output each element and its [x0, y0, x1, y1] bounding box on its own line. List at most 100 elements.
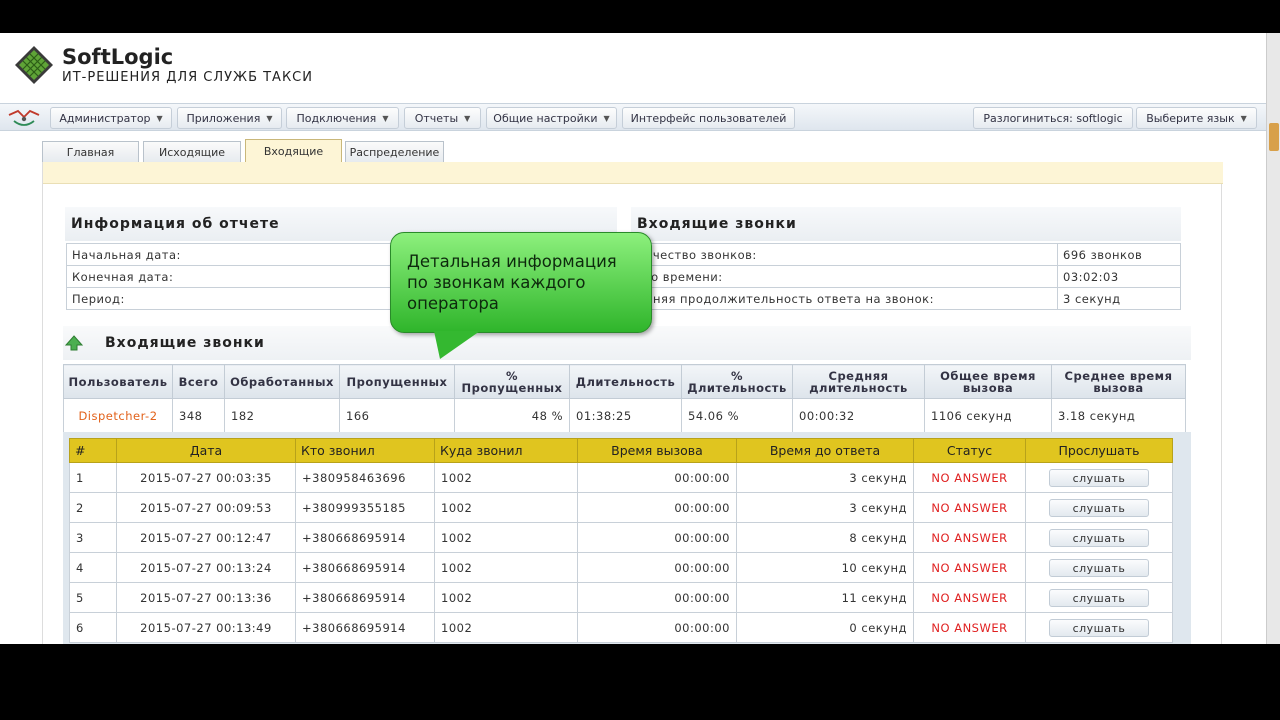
table-row: 1 2015-07-27 00:03:35 +380958463696 1002 00:…	[69, 462, 1173, 493]
call-time-cell: 00:00:00	[577, 462, 737, 493]
video-letterbox-top	[0, 0, 1280, 33]
nav-reports-menu[interactable]: Отчеты ▼	[404, 107, 481, 129]
wait-time-cell: 3 секунд	[736, 462, 914, 493]
video-letterbox-bottom	[0, 688, 1280, 720]
listen-button[interactable]: слушать	[1049, 588, 1149, 607]
missed-cell: 166	[339, 398, 455, 434]
chevron-down-icon: ▼	[266, 113, 273, 123]
date-cell: 2015-07-27 00:13:24	[116, 552, 296, 583]
listen-cell: слушать	[1025, 492, 1173, 523]
callee-cell: 1002	[434, 582, 578, 613]
avg-call-time-cell: 3.18 секунд	[1051, 398, 1186, 434]
chevron-down-icon: ▼	[603, 113, 610, 123]
info-value: 3 секунд	[1057, 287, 1181, 310]
nav-label: Общие настройки	[493, 111, 598, 125]
caller-cell: +380668695914	[295, 582, 435, 613]
callee-cell: 1002	[434, 462, 578, 493]
info-label: Конечная дата:	[66, 265, 397, 288]
row-number-cell: 5	[69, 582, 117, 613]
softlogic-logo-icon[interactable]	[14, 45, 54, 85]
status-cell: NO ANSWER	[913, 552, 1026, 583]
col-header: Среднее время вызова	[1051, 364, 1186, 399]
col-header: Статус	[913, 438, 1026, 463]
wait-time-cell: 10 секунд	[736, 552, 914, 583]
table-row: 4 2015-07-27 00:13:24 +380668695914 1002 00:…	[69, 552, 1173, 583]
collapse-up-arrow-icon[interactable]	[65, 334, 83, 352]
listen-cell: слушать	[1025, 462, 1173, 493]
caller-cell: +380668695914	[295, 552, 435, 583]
row-number-cell: 2	[69, 492, 117, 523]
call-time-cell: 00:00:00	[577, 522, 737, 553]
duration-pct-cell: 54.06 %	[681, 398, 793, 434]
row-number-cell: 3	[69, 522, 117, 553]
listen-button[interactable]: слушать	[1049, 498, 1149, 517]
callout-pointer	[434, 331, 480, 359]
status-cell: NO ANSWER	[913, 582, 1026, 613]
col-header: Куда звонил	[434, 438, 578, 463]
col-header: Общее время вызова	[924, 364, 1052, 399]
caller-cell: +380668695914	[295, 522, 435, 553]
col-header: #	[69, 438, 117, 463]
chevron-down-icon: ▼	[382, 113, 389, 123]
total-call-time-cell: 1106 секунд	[924, 398, 1052, 434]
col-header: Время вызова	[577, 438, 737, 463]
date-cell: 2015-07-27 00:13:36	[116, 582, 296, 613]
col-header: Всего	[172, 364, 225, 399]
logout-button[interactable]: Разлогиниться: softlogic	[973, 107, 1133, 129]
language-label: Выберите язык	[1146, 111, 1235, 125]
table-row: 3 2015-07-27 00:12:47 +380668695914 1002 00:…	[69, 522, 1173, 553]
listen-button[interactable]: слушать	[1049, 618, 1149, 637]
table-row[interactable]: Dispetcher-2 348 182 166 48 % 01:38:25 5…	[63, 398, 1186, 434]
row-number-cell: 1	[69, 462, 117, 493]
chevron-down-icon: ▼	[464, 113, 471, 123]
page-scrollbar[interactable]	[1266, 33, 1280, 644]
home-logo-icon[interactable]	[6, 107, 42, 129]
listen-button[interactable]: слушать	[1049, 468, 1149, 487]
operator-name-link[interactable]: Dispetcher-2	[63, 398, 173, 434]
call-detail-table: # Дата Кто звонил Куда звонил Время вызо…	[69, 438, 1173, 643]
col-header: Средняя длительность	[792, 364, 925, 399]
col-header: Кто звонил	[295, 438, 435, 463]
tab-outgoing[interactable]: Исходящие	[143, 141, 241, 162]
incoming-info-title: Входящие звонки	[631, 207, 1181, 241]
row-number-cell: 6	[69, 612, 117, 643]
tab-incoming[interactable]: Входящие	[245, 139, 342, 162]
info-label: едняя продолжительность ответа на звонок…	[631, 287, 1058, 310]
tab-distribution[interactable]: Распределение	[345, 141, 444, 162]
callee-cell: 1002	[434, 522, 578, 553]
nav-user-interface-link[interactable]: Интерфейс пользователей	[622, 107, 795, 129]
nav-applications-menu[interactable]: Приложения ▼	[177, 107, 282, 129]
caller-cell: +380958463696	[295, 462, 435, 493]
tab-main[interactable]: Главная	[42, 141, 139, 162]
chevron-down-icon: ▼	[1240, 113, 1247, 123]
nav-connections-menu[interactable]: Подключения ▼	[286, 107, 399, 129]
listen-button[interactable]: слушать	[1049, 528, 1149, 547]
listen-button[interactable]: слушать	[1049, 558, 1149, 577]
table-row: 5 2015-07-27 00:13:36 +380668695914 1002 00:…	[69, 582, 1173, 613]
duration-cell: 01:38:25	[569, 398, 682, 434]
wait-time-cell: 3 секунд	[736, 492, 914, 523]
nav-administrator-menu[interactable]: Администратор ▼	[50, 107, 172, 129]
col-header: Прослушать	[1025, 438, 1173, 463]
date-cell: 2015-07-27 00:13:49	[116, 612, 296, 643]
col-header: Пользователь	[63, 364, 173, 399]
table-row: его времени: 03:02:03	[631, 265, 1181, 288]
callout-bubble: Детальная информация по звонкам каждого …	[390, 232, 652, 333]
scrollbar-thumb[interactable]	[1269, 123, 1279, 151]
table-row: 6 2015-07-27 00:13:49 +380668695914 1002 00:…	[69, 612, 1173, 643]
listen-cell: слушать	[1025, 552, 1173, 583]
status-cell: NO ANSWER	[913, 492, 1026, 523]
nav-general-settings-menu[interactable]: Общие настройки ▼	[486, 107, 617, 129]
call-time-cell: 00:00:00	[577, 612, 737, 643]
language-select[interactable]: Выберите язык ▼	[1136, 107, 1257, 129]
status-cell: NO ANSWER	[913, 612, 1026, 643]
handled-cell: 182	[224, 398, 340, 434]
col-header: Дата	[116, 438, 296, 463]
table-header-row: # Дата Кто звонил Куда звонил Время вызо…	[69, 438, 1173, 463]
table-row: личество звонков: 696 звонков	[631, 243, 1181, 266]
total-cell: 348	[172, 398, 225, 434]
info-label: Начальная дата:	[66, 243, 397, 266]
wait-time-cell: 8 секунд	[736, 522, 914, 553]
callee-cell: 1002	[434, 492, 578, 523]
nav-label: Отчеты	[414, 111, 459, 125]
